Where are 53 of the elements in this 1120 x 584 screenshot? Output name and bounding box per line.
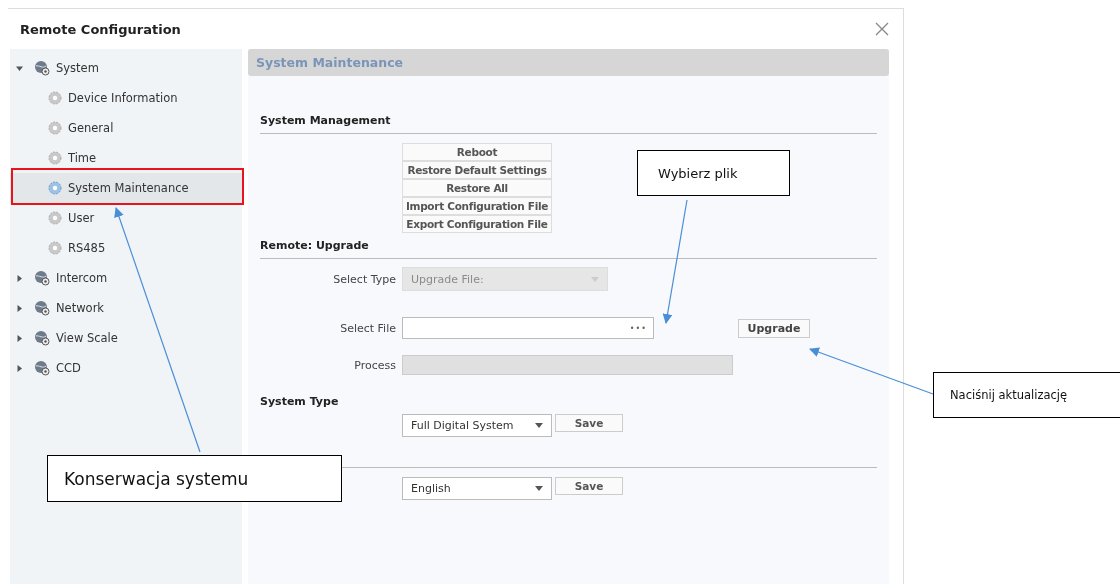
action-button[interactable]: Export Configuration File xyxy=(402,215,552,233)
upgrade-button[interactable]: Upgrade xyxy=(738,318,810,338)
caret-icon xyxy=(591,276,599,282)
tree-item[interactable]: System xyxy=(10,53,242,83)
caret-icon[interactable] xyxy=(16,304,23,312)
caret-icon xyxy=(535,423,543,428)
callout-box: Konserwacja systemu xyxy=(47,455,342,502)
callout-box: Wybierz plik xyxy=(637,150,790,196)
caret-icon[interactable] xyxy=(16,274,23,282)
action-button[interactable]: Restore All xyxy=(402,179,552,197)
system-type-dropdown[interactable]: Full Digital System xyxy=(402,414,552,437)
caret-icon[interactable] xyxy=(16,334,23,342)
window-title: Remote Configuration xyxy=(20,21,181,37)
caret-icon xyxy=(535,486,543,491)
gear-icon xyxy=(48,91,62,105)
action-button[interactable]: Reboot xyxy=(402,143,552,161)
file-field[interactable]: ••• xyxy=(402,317,654,339)
field-label: Select Type xyxy=(332,272,396,286)
panel-title: System Maintenance xyxy=(256,55,404,70)
globe-gear-icon xyxy=(34,300,50,316)
tree-item[interactable]: CCD xyxy=(10,353,242,383)
tree-item[interactable]: Time xyxy=(10,143,242,173)
caret-icon[interactable] xyxy=(16,364,23,372)
language-dropdown[interactable]: English xyxy=(402,477,552,500)
action-button[interactable]: Restore Default Settings xyxy=(402,161,552,179)
tree-item[interactable]: Intercom xyxy=(10,263,242,293)
tree-item[interactable]: Device Information xyxy=(10,83,242,113)
gear-icon xyxy=(48,121,62,135)
tree-item[interactable]: RS485 xyxy=(10,233,242,263)
globe-gear-icon xyxy=(34,270,50,286)
action-button[interactable]: Import Configuration File xyxy=(402,197,552,215)
close-icon[interactable] xyxy=(875,22,889,36)
section-title: Remote: Upgrade xyxy=(260,239,370,252)
tree-item[interactable]: General xyxy=(10,113,242,143)
gear-icon xyxy=(48,151,62,165)
tree-item[interactable]: User xyxy=(10,203,242,233)
globe-gear-icon xyxy=(34,330,50,346)
section-title: System Type xyxy=(260,395,340,408)
field-label: Select File xyxy=(339,321,396,335)
globe-gear-icon xyxy=(34,360,50,376)
save-button[interactable]: Save xyxy=(555,477,623,495)
gear-icon xyxy=(48,241,62,255)
save-button[interactable]: Save xyxy=(555,414,623,432)
tree-item[interactable]: System Maintenance xyxy=(10,173,242,203)
tree-item[interactable]: Network xyxy=(10,293,242,323)
tree-item[interactable]: View Scale xyxy=(10,323,242,353)
gear-icon xyxy=(48,181,62,195)
field-label: Process xyxy=(353,358,396,372)
caret-icon[interactable] xyxy=(16,64,23,72)
globe-gear-icon xyxy=(34,60,50,76)
gear-icon xyxy=(48,211,62,225)
section-title: System Management xyxy=(260,114,392,127)
callout-box: Naciśnij aktualizację xyxy=(933,372,1120,418)
